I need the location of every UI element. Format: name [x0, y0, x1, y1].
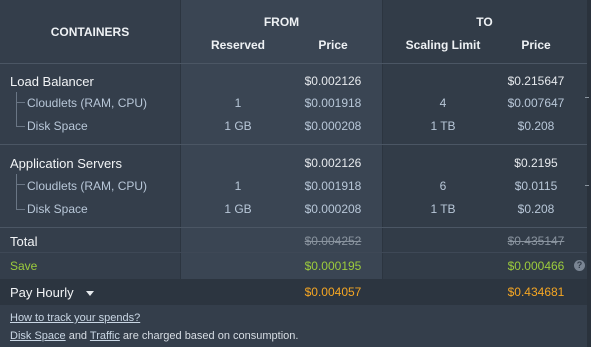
to-header: TO	[476, 15, 493, 29]
track-spends-link-wrap: How to track your spends?	[10, 312, 140, 324]
from-price-value: $0.001918	[304, 179, 362, 193]
reserved-value: 1	[234, 96, 242, 110]
header-divider	[0, 63, 587, 64]
row-label-cloudlets: Cloudlets (RAM, CPU)	[27, 96, 148, 110]
pay-period-dropdown[interactable]: Pay Hourly	[10, 285, 94, 300]
scaling-limit-header: Scaling Limit	[405, 38, 481, 52]
help-icon[interactable]: ?	[574, 260, 585, 271]
to-price-value: $0.208	[517, 119, 555, 133]
tree-connector	[16, 96, 25, 103]
scaling-limit-value: 1 TB	[430, 119, 456, 133]
pay-from-price: $0.004057	[304, 285, 362, 299]
chevron-down-icon	[85, 291, 94, 297]
from-price-value: $0.000208	[304, 202, 362, 216]
row-divider	[0, 252, 587, 253]
to-price-value: $0.208	[517, 202, 555, 216]
scrollbar-tick	[585, 97, 589, 98]
reserved-value: 1	[234, 179, 242, 193]
scaling-limit-value: 6	[439, 179, 447, 193]
to-price-header: Price	[521, 38, 551, 52]
group-to-price: $0.2195	[514, 156, 558, 170]
from-price-value: $0.000208	[304, 119, 362, 133]
totals-divider	[0, 227, 587, 228]
reserved-value: 1 GB	[224, 119, 252, 133]
footer-suffix-text: are charged based on consumption.	[119, 330, 299, 342]
group-from-price: $0.002126	[304, 74, 362, 88]
containers-header: CONTAINERS	[50, 25, 130, 39]
to-price-value: $0.0115	[514, 179, 558, 193]
disk-space-link[interactable]: Disk Space	[10, 330, 66, 342]
group-divider	[0, 144, 587, 145]
tree-connector	[16, 118, 25, 127]
group-from-price: $0.002126	[304, 156, 362, 170]
group-name-load-balancer: Load Balancer	[10, 74, 94, 89]
scaling-limit-value: 4	[439, 96, 447, 110]
from-header: FROM	[263, 15, 300, 29]
row-label-cloudlets: Cloudlets (RAM, CPU)	[27, 179, 148, 193]
tree-connector	[16, 201, 25, 210]
from-price-value: $0.001918	[304, 96, 362, 110]
scaling-limit-value: 1 TB	[430, 202, 456, 216]
pay-to-price: $0.434681	[507, 285, 565, 299]
from-price-header: Price	[318, 38, 348, 52]
group-name-application-servers: Application Servers	[10, 156, 122, 171]
pay-period-label: Pay Hourly	[10, 285, 74, 300]
traffic-link[interactable]: Traffic	[90, 330, 120, 342]
reserved-header: Reserved	[210, 38, 266, 52]
column-divider	[180, 0, 181, 305]
scrollbar-tick	[585, 185, 589, 186]
footer-and-text: and	[65, 330, 90, 342]
group-to-price: $0.215647	[507, 74, 565, 88]
reserved-value: 1 GB	[224, 202, 252, 216]
total-to-price: $0.435147	[507, 234, 565, 248]
footer-note: Disk Space and Traffic are charged based…	[10, 330, 298, 342]
save-to-value: $0.000466	[507, 259, 565, 273]
save-label: Save	[10, 259, 38, 273]
track-spends-link[interactable]: How to track your spends?	[10, 312, 140, 324]
scrollbar[interactable]	[587, 0, 591, 347]
tree-connector	[16, 178, 25, 185]
row-label-disk-space: Disk Space	[27, 202, 88, 216]
to-price-value: $0.007647	[507, 96, 565, 110]
column-divider	[382, 0, 383, 305]
total-label: Total	[10, 234, 38, 249]
total-from-price: $0.004252	[304, 234, 362, 248]
row-label-disk-space: Disk Space	[27, 119, 88, 133]
save-from-value: $0.000195	[304, 259, 362, 273]
